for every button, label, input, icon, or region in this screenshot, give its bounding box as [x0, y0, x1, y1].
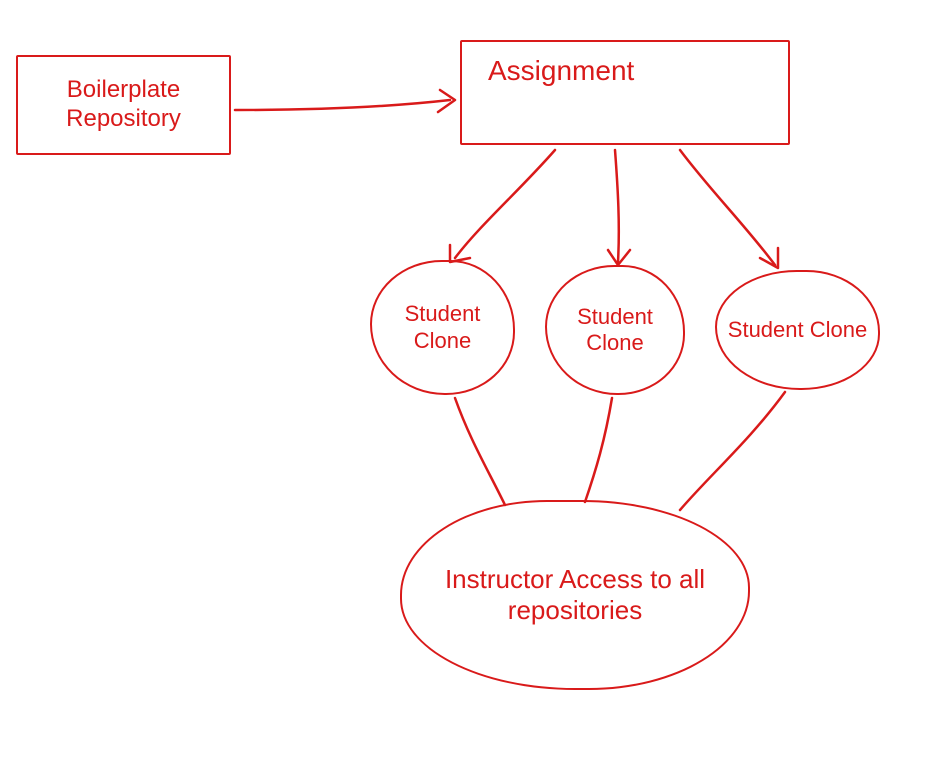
boilerplate-repository-box: Boilerplate Repository	[16, 55, 231, 155]
assignment-box: Assignment	[460, 40, 790, 145]
student-clone-3-label: Student Clone	[720, 313, 875, 347]
student-clone-2-label: Student Clone	[547, 300, 683, 361]
student-clone-1-label: Student Clone	[372, 297, 513, 358]
instructor-label: Instructor Access to all repositories	[402, 560, 748, 630]
student-clone-2: Student Clone	[545, 265, 685, 395]
student-clone-1: Student Clone	[370, 260, 515, 395]
student-clone-3: Student Clone	[715, 270, 880, 390]
boilerplate-label: Boilerplate Repository	[18, 72, 229, 138]
instructor-access-blob: Instructor Access to all repositories	[400, 500, 750, 690]
assignment-label: Assignment	[480, 50, 642, 92]
